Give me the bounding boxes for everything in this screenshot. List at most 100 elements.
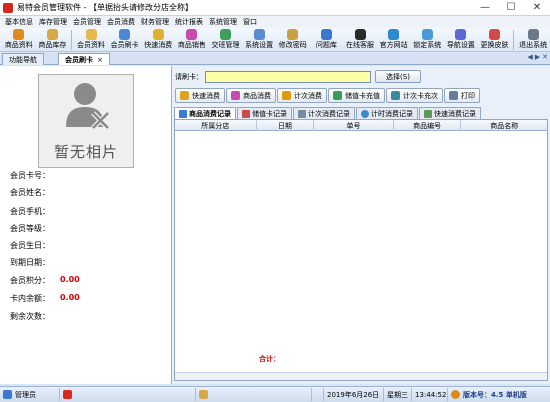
- select-button[interactable]: 选择(S): [375, 70, 421, 83]
- count-consume-icon: [282, 91, 291, 100]
- column-order-no[interactable]: 单号: [314, 120, 394, 131]
- print-button[interactable]: 打印: [444, 88, 480, 103]
- swipe-card-input[interactable]: [205, 70, 371, 83]
- toolbar-separator: [513, 30, 515, 50]
- clock-icon: [361, 109, 369, 118]
- field-member-level: 会员等级：: [10, 223, 50, 234]
- column-date[interactable]: 日期: [257, 120, 315, 131]
- action-label: 打印: [461, 91, 475, 100]
- action-label: 快速消费: [192, 91, 220, 100]
- toolbar-button-shift[interactable]: 交班管理: [209, 28, 243, 52]
- tab-quick-records[interactable]: 快速消费记录: [419, 107, 481, 119]
- toolbar-button-exit[interactable]: 退出系统: [516, 28, 550, 52]
- minimize-button[interactable]: —: [472, 0, 498, 15]
- tab-scroll-right-icon[interactable]: ▶: [535, 53, 540, 61]
- field-label: 会员手机：: [10, 207, 50, 216]
- toolbar-button-support[interactable]: 在线客服: [343, 28, 377, 52]
- toolbar-label: 锁定系统: [413, 41, 442, 49]
- toolbar-button-lock[interactable]: 锁定系统: [410, 28, 444, 52]
- menu-reports[interactable]: 统计报表: [172, 17, 206, 27]
- toolbar-button-product-info[interactable]: 商品资料: [2, 28, 36, 52]
- tab-member-swipe[interactable]: 会员刷卡 ×: [58, 53, 110, 65]
- tab-close-all-icon[interactable]: ✕: [542, 53, 548, 61]
- toolbar-button-settings[interactable]: 系统设置: [242, 28, 276, 52]
- toolbar-label: 修改密码: [278, 41, 307, 49]
- tab-label: 商品消费记录: [189, 109, 231, 118]
- close-button[interactable]: ✕: [524, 0, 550, 15]
- inventory-icon: [46, 29, 58, 40]
- shift-icon: [220, 29, 232, 40]
- count-recharge-button[interactable]: 计次卡充次: [386, 88, 443, 103]
- quick-consume-icon: [180, 91, 189, 100]
- time-value: 13:44:52: [415, 390, 447, 399]
- window-title: 易特会员管理软件 - 【单据抬头请修改分店全称】: [17, 3, 193, 12]
- column-product-code[interactable]: 商品编号: [394, 120, 462, 131]
- maximize-button[interactable]: ☐: [498, 0, 524, 15]
- field-label: 到期日期：: [10, 258, 50, 267]
- count-consume-button[interactable]: 计次消费: [277, 88, 327, 103]
- status-user: 管理员: [0, 388, 60, 401]
- menu-basic-info[interactable]: 基本信息: [2, 17, 36, 27]
- toolbar-button-product-sales[interactable]: 商品销售: [175, 28, 209, 52]
- column-product-name[interactable]: 商品名称: [461, 120, 547, 131]
- tab-label: 功能导航: [9, 55, 37, 64]
- toolbar-button-skin[interactable]: 更换皮肤: [478, 28, 512, 52]
- tab-stored-value-records[interactable]: 储值卡记录: [237, 107, 292, 119]
- member-photo: 暂无相片: [38, 74, 134, 168]
- menu-consumption[interactable]: 会员消费: [104, 17, 138, 27]
- menu-member[interactable]: 会员管理: [70, 17, 104, 27]
- card-icon: [242, 109, 250, 118]
- field-label: 会员积分：: [10, 276, 50, 285]
- menu-inventory[interactable]: 库存管理: [36, 17, 70, 27]
- tab-product-records[interactable]: 商品消费记录: [174, 107, 236, 119]
- toolbar-button-faq[interactable]: 问题库: [310, 28, 344, 52]
- tab-timed-records[interactable]: 计时消费记录: [356, 107, 418, 119]
- toolbar-button-quick-consume[interactable]: 快速消费: [141, 28, 175, 52]
- toolbar-button-website[interactable]: 官方网站: [377, 28, 411, 52]
- field-remaining-count: 剩余次数：: [10, 311, 50, 322]
- records-grid[interactable]: 所属分店 日期 单号 商品编号 商品名称 合计：: [174, 119, 548, 381]
- toolbar-button-inventory[interactable]: 商品库存: [36, 28, 70, 52]
- tab-count-records[interactable]: 计次消费记录: [293, 107, 355, 119]
- user-icon: [3, 390, 12, 399]
- date-value: 2019年6月26日: [327, 390, 380, 399]
- lock-icon: [421, 29, 433, 40]
- toolbar-label: 系统设置: [245, 41, 274, 49]
- toolbar-label: 快速消费: [144, 41, 173, 49]
- toolbar-label: 会员资料: [77, 41, 106, 49]
- status-time: 13:44:52: [412, 388, 448, 401]
- status-date: 2019年6月26日: [324, 388, 384, 401]
- horizontal-scrollbar[interactable]: [175, 372, 547, 380]
- field-label: 剩余次数：: [10, 312, 50, 321]
- product-consume-button[interactable]: 商品消费: [226, 88, 276, 103]
- tab-function-nav[interactable]: 功能导航: [2, 53, 44, 65]
- nav-settings-icon: [455, 29, 467, 40]
- toolbar-button-password[interactable]: 修改密码: [276, 28, 310, 52]
- close-icon[interactable]: ×: [97, 56, 103, 64]
- toolbar-label: 问题库: [315, 41, 337, 49]
- menu-window[interactable]: 窗口: [240, 17, 260, 27]
- toolbar-button-swipe-card[interactable]: 会员刷卡: [108, 28, 142, 52]
- product-consume-icon: [231, 91, 240, 100]
- member-info-panel: 暂无相片 会员卡号： 会员姓名： 会员手机： 会员等级： 会员生日： 到期日期：…: [0, 66, 172, 384]
- tab-label: 计次消费记录: [308, 109, 350, 118]
- exit-icon: [527, 29, 539, 40]
- column-branch[interactable]: 所属分店: [175, 120, 257, 131]
- quick-consume-button[interactable]: 快速消费: [175, 88, 225, 103]
- recharge-button[interactable]: 储值卡充值: [328, 88, 385, 103]
- toolbar-label: 更换皮肤: [480, 41, 509, 49]
- count-icon: [298, 109, 306, 118]
- toolbar-button-member-info[interactable]: 会员资料: [74, 28, 108, 52]
- menu-finance[interactable]: 财务管理: [138, 17, 172, 27]
- tab-scroll-left-icon[interactable]: ◀: [527, 53, 532, 61]
- field-label: 卡内余额：: [10, 294, 50, 303]
- field-card-number: 会员卡号：: [10, 170, 50, 181]
- recharge-icon: [333, 91, 342, 100]
- field-member-name: 会员姓名：: [10, 187, 50, 198]
- title-bar: 易特会员管理软件 - 【单据抬头请修改分店全称】 — ☐ ✕: [0, 0, 550, 16]
- quick-icon: [424, 109, 432, 118]
- toolbar-button-nav-settings[interactable]: 导航设置: [444, 28, 478, 52]
- weekday-value: 星期三: [387, 390, 408, 399]
- print-icon: [449, 91, 458, 100]
- menu-system[interactable]: 系统管理: [206, 17, 240, 27]
